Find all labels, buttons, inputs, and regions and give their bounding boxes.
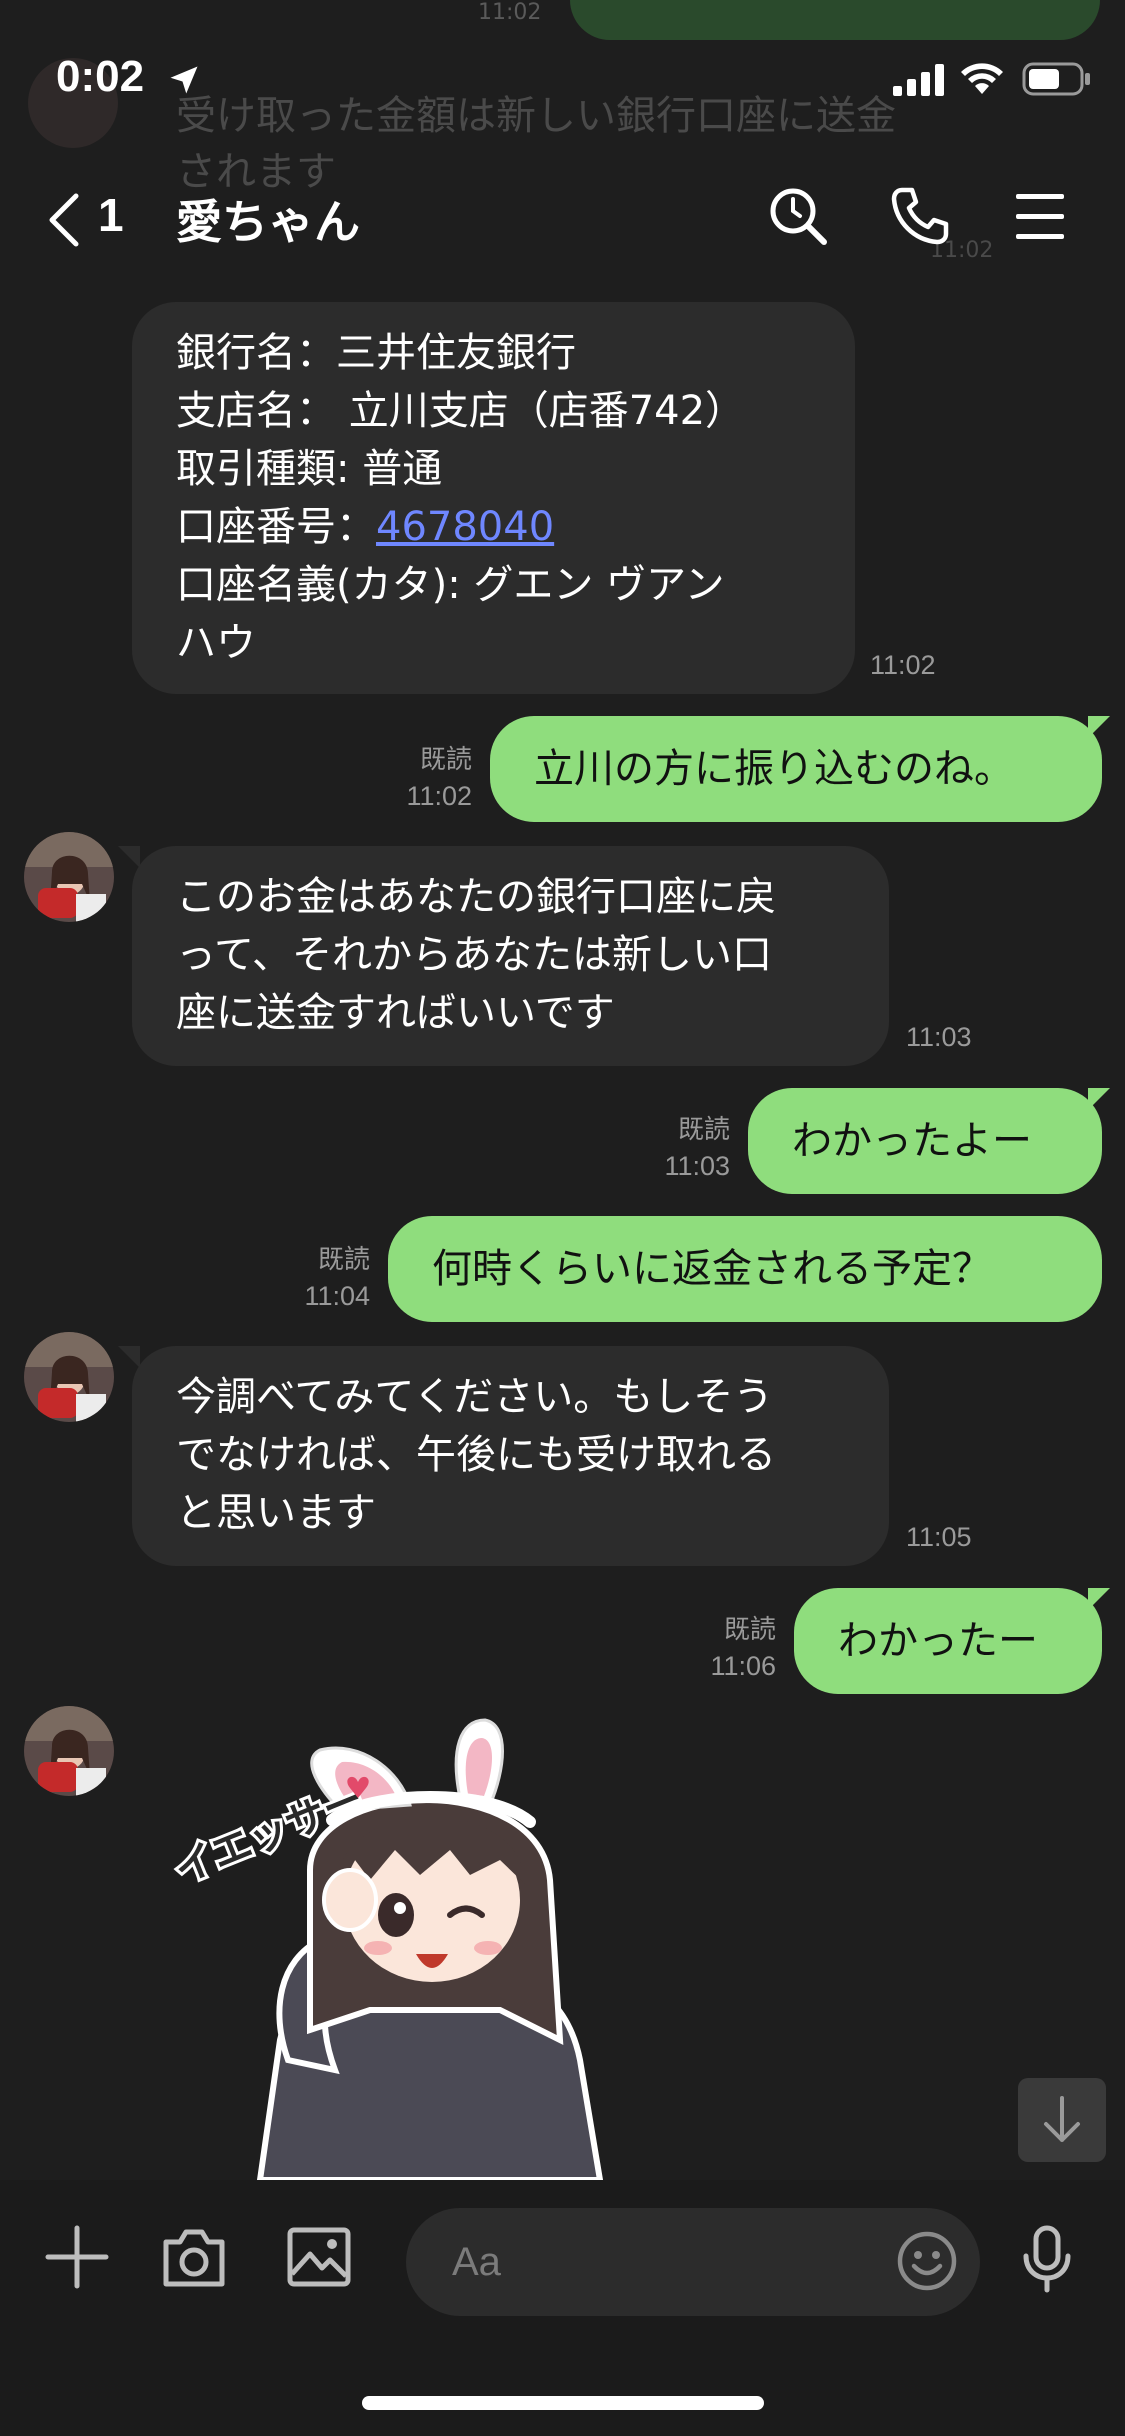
message-line: 取引種類: 普通 [176,446,443,492]
message-input[interactable] [406,2208,980,2316]
bubble-tail [1088,1088,1110,1110]
scroll-to-bottom-button[interactable] [1018,2078,1106,2162]
camera-icon[interactable] [160,2224,228,2294]
message-line: 銀行名：三井住友銀行 [176,330,576,376]
message-text: 何時くらいに返金される予定？ [432,1246,992,1292]
bubble-tail [1088,1588,1110,1610]
plus-icon[interactable] [44,2224,110,2294]
message-line: って、それからあなたは新しい口 [176,932,772,978]
wifi-icon [958,60,1006,100]
chat-header: 1 愛ちゃん [0,160,1125,280]
incoming-message-bubble[interactable]: 今調べてみてください。もしそう でなければ、午後にも受け取れる と思います [132,1346,889,1566]
message-line: 座に送金すればいいです [176,990,615,1036]
menu-icon[interactable] [1012,192,1068,246]
emoji-icon[interactable] [896,2230,958,2296]
message-text: わかったー [838,1618,1038,1664]
contact-avatar[interactable] [24,832,114,922]
message-line: ハウ [176,620,256,666]
microphone-icon[interactable] [1020,2224,1074,2298]
arrow-down-icon [1044,2096,1080,2142]
outgoing-message-bubble[interactable]: 立川の方に振り込むのね。 [490,716,1102,822]
message-line: 口座名義(カタ): グエン ヴアン [176,562,725,608]
outgoing-message-bubble[interactable]: 何時くらいに返金される予定？ [388,1216,1102,1322]
home-indicator [362,2396,764,2410]
account-number-label: 口座番号： [176,504,376,550]
outgoing-message-bubble[interactable]: わかったー [794,1588,1102,1694]
read-receipt: 既読 11:02 [406,745,472,811]
status-bar: 0:02 [0,0,1125,160]
bubble-tail [118,1346,140,1368]
message-time: 11:02 [870,650,936,680]
search-icon[interactable] [766,184,830,252]
message-line: 今調べてみてください。もしそう [176,1374,774,1420]
battery-icon [1022,62,1092,100]
image-icon[interactable] [286,2226,352,2292]
incoming-message-bubble[interactable]: このお金はあなたの銀行口座に戻 って、それからあなたは新しい口 座に送金すればい… [132,846,889,1066]
sticker-image[interactable]: イエッサー [165,1710,690,2183]
message-line: 口座番号：4678040 [176,498,811,556]
message-text: 立川の方に振り込むのね。 [534,746,1014,792]
bubble-tail [118,846,140,868]
message-text: わかったよー [792,1118,1032,1164]
message-time: 11:05 [906,1522,972,1552]
chat-title[interactable]: 愛ちゃん [176,186,360,252]
outgoing-message-bubble[interactable]: わかったよー [748,1088,1102,1194]
unread-count[interactable]: 1 [98,188,124,242]
account-number-link[interactable]: 4678040 [376,504,554,550]
status-time: 0:02 [56,52,145,101]
bubble-tail [1088,716,1110,738]
message-line: このお金はあなたの銀行口座に戻 [176,874,776,920]
read-receipt: 既読 11:06 [710,1615,776,1681]
cellular-signal-icon [893,64,945,100]
contact-avatar[interactable] [24,1332,114,1422]
message-line: 支店名： 立川支店（店番742） [176,388,746,434]
read-receipt: 既読 11:03 [664,1115,730,1181]
contact-avatar[interactable] [24,1706,114,1796]
message-time: 11:03 [906,1022,972,1052]
message-input-bar [0,2180,1125,2436]
location-arrow-icon [166,62,202,102]
read-receipt: 既読 11:04 [304,1245,370,1311]
message-line: でなければ、午後にも受け取れる [176,1432,776,1478]
message-line: と思います [176,1490,376,1536]
incoming-message-bubble[interactable]: 銀行名：三井住友銀行 支店名： 立川支店（店番742） 取引種類: 普通 口座番… [132,302,855,694]
back-chevron-icon[interactable] [44,190,84,254]
phone-icon[interactable] [888,184,952,252]
